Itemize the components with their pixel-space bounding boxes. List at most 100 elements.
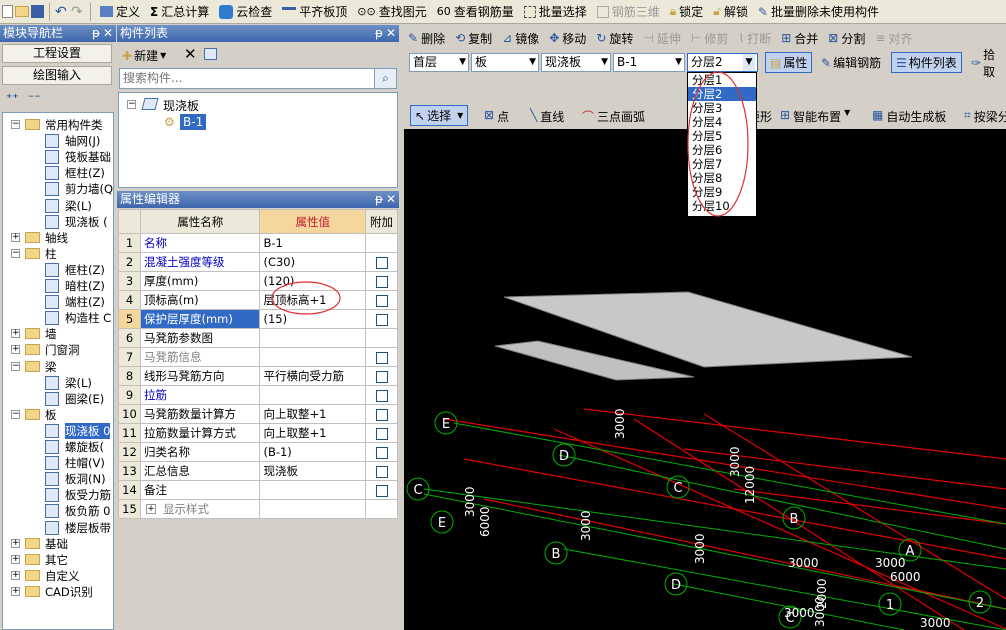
extend-button[interactable]: ⊣ 延伸 (639, 28, 684, 48)
define-button[interactable]: 定义 (96, 2, 144, 22)
property-value[interactable]: B-1 (259, 233, 367, 253)
property-value[interactable]: (C30) (259, 252, 367, 272)
undo-icon[interactable]: ↶ (55, 5, 69, 19)
nav-tree-item[interactable]: 柱帽(V) (3, 455, 113, 471)
expand-toggle-icon[interactable]: + (11, 232, 20, 242)
component-search-input[interactable] (120, 69, 370, 87)
nav-tree-item[interactable]: + 自定义 (3, 568, 113, 584)
property-value[interactable]: (120) (259, 271, 367, 291)
tree-root-label[interactable]: 现浇板 (163, 97, 199, 114)
nav-tree-item[interactable]: 梁(L) (3, 198, 113, 214)
property-value[interactable]: (B-1) (259, 442, 367, 462)
property-row[interactable]: 9 拉筋 (118, 385, 398, 405)
smart-place-button[interactable]: ⊞ 智能布置 ▼ (780, 108, 850, 125)
property-value[interactable] (259, 480, 367, 500)
trim-button[interactable]: ⊢ 修剪 (687, 28, 732, 48)
rebar-3d-button[interactable]: 钢筋三维 (593, 2, 664, 22)
close-icon[interactable]: ✕ (103, 25, 113, 42)
extra-checkbox[interactable] (375, 313, 388, 326)
auto-gen-slab-button[interactable]: ▦ 自动生成板 (872, 108, 946, 125)
copy-icon[interactable] (204, 48, 217, 60)
comp-list-toggle-button[interactable]: ☰ 构件列表 (891, 52, 962, 73)
property-value[interactable]: 现浇板 (259, 461, 367, 481)
property-value[interactable]: 平行横向受力筋 (259, 366, 367, 386)
nav-tree-item[interactable]: 暗柱(Z) (3, 278, 113, 294)
nav-tree-item[interactable]: 剪力墙(Q (3, 181, 113, 197)
nav-tree-item[interactable]: 楼层板带 (3, 520, 113, 536)
subtype-select[interactable]: 现浇板 ▼ (541, 53, 611, 72)
nav-tree-item[interactable]: + 其它 (3, 552, 113, 568)
nav-tree-item[interactable]: + 基础 (3, 536, 113, 552)
extra-checkbox[interactable] (375, 389, 388, 402)
layer-option[interactable]: 分层6 (688, 143, 756, 157)
nav-tree-item[interactable]: + 轴线 (3, 230, 113, 246)
new-component-button[interactable]: ✚ 新建 ▼ (122, 47, 166, 64)
nav-tree-item[interactable]: 构造柱 C (3, 310, 113, 326)
layer-option[interactable]: 分层2 (688, 87, 756, 101)
nav-tree-item[interactable]: 轴网(J) (3, 133, 113, 149)
rotate-button[interactable]: ↻ 旋转 (592, 28, 637, 48)
expand-style-icon[interactable]: + (145, 504, 156, 514)
property-value[interactable]: 向上取整+1 (259, 404, 367, 424)
drawing-input-button[interactable]: 绘图输入 (2, 66, 112, 85)
nav-tree-item[interactable]: − 常用构件类 (3, 117, 113, 133)
nav-tree-item[interactable]: − 板 (3, 407, 113, 423)
extra-checkbox[interactable] (375, 275, 388, 288)
select-tool-button[interactable]: ↖ 选择 ▼ (410, 105, 469, 126)
nav-tree-item[interactable]: 螺旋板( (3, 439, 113, 455)
expand-toggle-icon[interactable]: + (11, 570, 20, 580)
nav-tree-item[interactable]: 框柱(Z) (3, 165, 113, 181)
extra-checkbox[interactable] (375, 465, 388, 478)
nav-tree-item[interactable]: 板受力筋 (3, 487, 113, 503)
nav-tree-item[interactable]: − 梁 (3, 359, 113, 375)
expand-toggle-icon[interactable]: + (11, 329, 20, 339)
point-tool-button[interactable]: ⊠ 点 (484, 108, 509, 125)
property-row[interactable]: 6 马凳筋参数图 (118, 328, 398, 348)
nav-tree-item[interactable]: 现浇板 0 (3, 422, 113, 439)
extra-checkbox[interactable] (375, 256, 388, 269)
property-value[interactable]: (15) (259, 309, 367, 329)
property-row[interactable]: 4 顶标高(m) 层顶标高+1 (118, 290, 398, 310)
layer-option[interactable]: 分层3 (688, 101, 756, 115)
nav-tree-item[interactable]: 梁(L) (3, 375, 113, 391)
expand-toggle-icon[interactable]: + (11, 586, 20, 596)
mirror-button[interactable]: ⊿ 镜像 (498, 28, 543, 48)
property-value[interactable] (259, 499, 367, 519)
component-select[interactable]: B-1 ▼ (613, 53, 685, 72)
layer-option[interactable]: 分层7 (688, 157, 756, 171)
extra-checkbox[interactable] (375, 427, 388, 440)
property-value[interactable] (259, 385, 367, 405)
property-value[interactable]: 向上取整+1 (259, 423, 367, 443)
layer-option[interactable]: 分层8 (688, 171, 756, 185)
property-row[interactable]: 2 混凝土强度等级 (C30) (118, 252, 398, 272)
lock-button[interactable]: 🔒︎ 锁定 (666, 2, 707, 22)
new-file-icon[interactable] (2, 5, 13, 18)
property-row[interactable]: 3 厚度(mm) (120) (118, 271, 398, 291)
flat-slab-top-button[interactable]: 平齐板顶 (278, 2, 351, 22)
merge-button[interactable]: ⊞ 合并 (777, 28, 822, 48)
nav-tree-item[interactable]: − 柱 (3, 246, 113, 262)
nav-tree-item[interactable]: 板洞(N) (3, 471, 113, 487)
collapse-all-icon[interactable]: ⁻⁻ (28, 91, 41, 105)
by-beam-button[interactable]: ⌗ 按梁分 (964, 108, 1006, 125)
delete-button[interactable]: ✎ 删除 (404, 28, 449, 48)
extra-checkbox[interactable] (375, 294, 388, 307)
collapse-toggle-icon[interactable]: − (11, 248, 20, 258)
open-folder-icon[interactable] (15, 6, 29, 17)
close-icon[interactable]: ✕ (386, 25, 396, 42)
type-select[interactable]: 板 ▼ (471, 53, 539, 72)
properties-button[interactable]: ▤ 属性 (765, 52, 813, 73)
line-tool-button[interactable]: ╲ 直线 (530, 108, 564, 125)
expand-toggle-icon[interactable]: + (11, 554, 20, 564)
sum-calc-button[interactable]: Σ 汇总计算 (146, 2, 213, 22)
layer-option[interactable]: 分层5 (688, 129, 756, 143)
layer-option[interactable]: 分层4 (688, 115, 756, 129)
pin-icon[interactable]: ᵽ (92, 25, 100, 42)
nav-tree-item[interactable]: 端柱(Z) (3, 294, 113, 310)
property-row[interactable]: 1 名称 B-1 (118, 233, 398, 253)
layer-option[interactable]: 分层9 (688, 185, 756, 199)
close-icon[interactable]: ✕ (386, 191, 396, 208)
unlock-button[interactable]: 🔓︎ 解锁 (709, 2, 752, 22)
split-button[interactable]: ⊠ 分割 (824, 28, 869, 48)
tree-item-b1[interactable]: B-1 (180, 114, 207, 130)
